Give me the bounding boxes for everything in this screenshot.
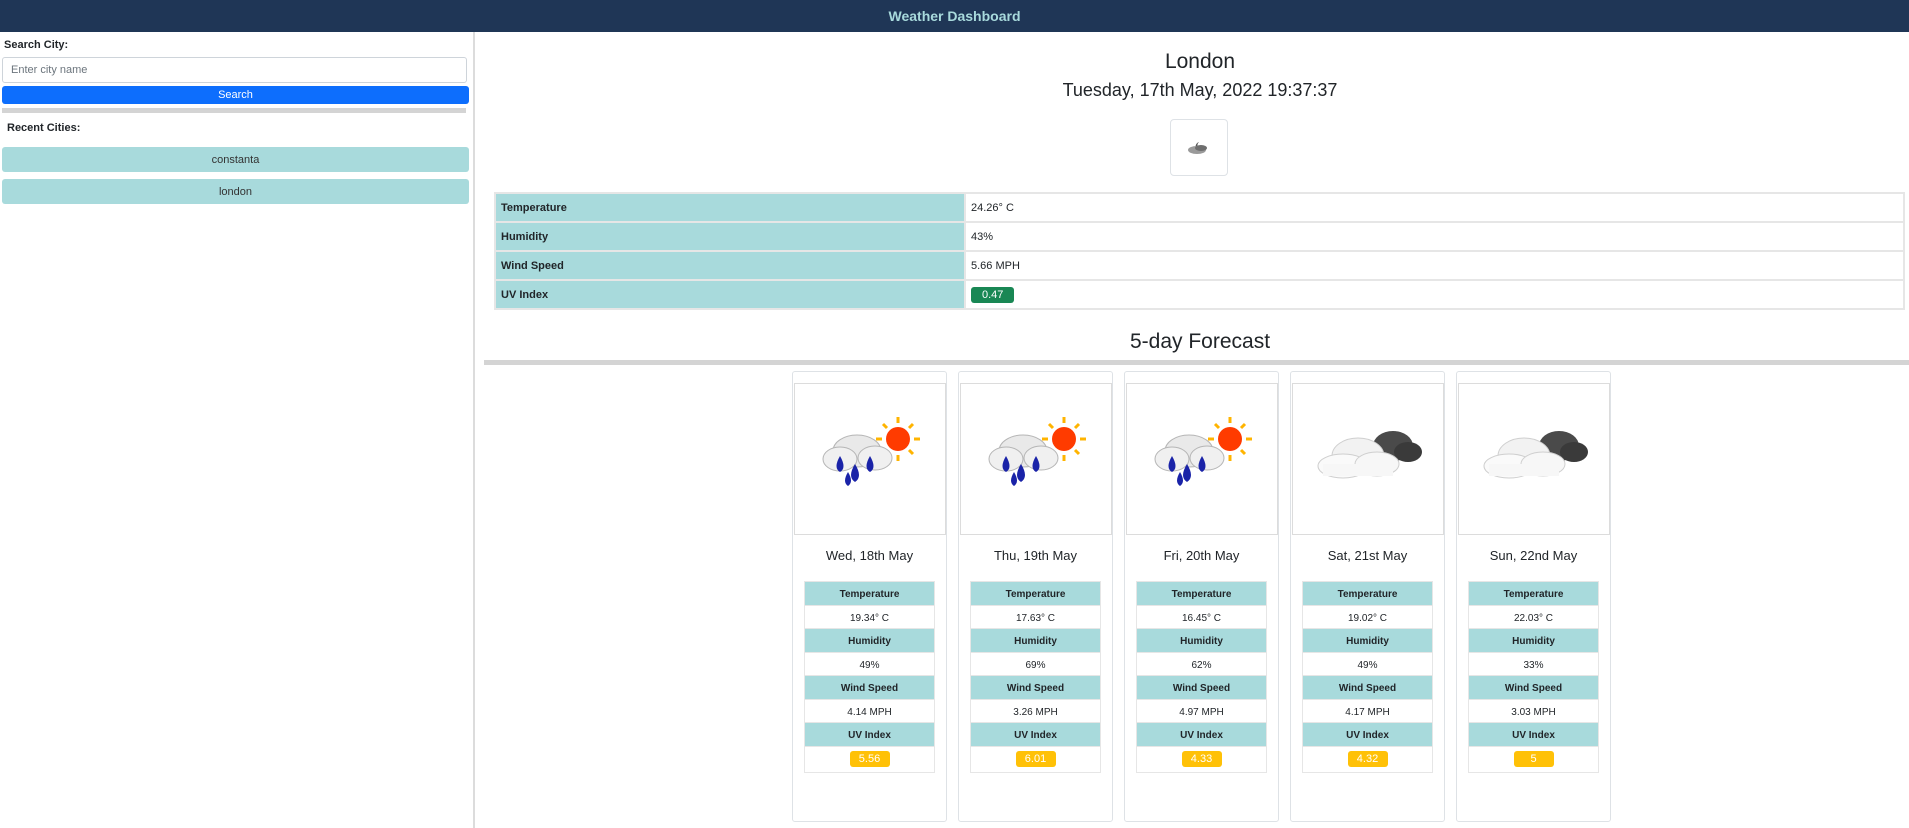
table-row: Humidity 43%	[494, 221, 1905, 252]
forecast-icon-box	[1458, 383, 1610, 535]
humidity-label: Humidity	[494, 221, 966, 252]
search-label: Search City:	[4, 39, 69, 51]
forecast-card: Fri, 20th May Temperature 16.45° C Humidity…	[1124, 371, 1279, 822]
temperature-label: Temperature	[494, 192, 966, 223]
forecast-icon-box	[1292, 383, 1444, 535]
forecast-icon-box	[960, 383, 1112, 535]
table-row: UV Index 0.47	[494, 279, 1905, 310]
broken-clouds-icon	[1483, 431, 1588, 479]
city-name: London	[1164, 50, 1236, 73]
wind-speed-label: Wind Speed	[494, 250, 966, 281]
forecast-date: Fri, 20th May	[1163, 548, 1240, 563]
wind-speed-value: 5.66 MPH	[964, 250, 1905, 281]
forecast-date: Sun, 22nd May	[1489, 548, 1578, 563]
humidity-value: 43%	[964, 221, 1905, 252]
uv-index-value: 4.32	[1302, 745, 1433, 773]
forecast-card: Thu, 19th May Temperature 17.63° C Humidity…	[958, 371, 1113, 822]
uv-index-badge: 6.01	[1015, 751, 1056, 767]
rain-sun-icon	[1154, 417, 1252, 486]
forecast-card: Sun, 22nd May Temperature 22.03° C Humidity…	[1456, 371, 1611, 822]
uv-index-value: 5	[1468, 745, 1599, 773]
search-button[interactable]: Search	[2, 86, 469, 104]
forecast-cards: Wed, 18th May Temperature 19.34° C Humidity…	[792, 371, 1612, 823]
uv-index-label: UV Index	[494, 279, 966, 310]
sidebar: Search City: Search Recent Cities: const…	[0, 32, 475, 828]
uv-index-badge: 5.56	[849, 751, 890, 767]
recent-cities-label: Recent Cities:	[7, 122, 81, 134]
table-row: Temperature 24.26° C	[494, 192, 1905, 223]
forecast-date: Wed, 18th May	[825, 548, 914, 563]
current-weather-icon-box	[1170, 119, 1228, 176]
rain-sun-icon	[988, 417, 1086, 486]
rain-sun-icon	[822, 417, 920, 486]
main-content: London Tuesday, 17th May, 2022 19:37:37 …	[477, 32, 1909, 828]
recent-city-button[interactable]: london	[2, 179, 469, 204]
forecast-date: Thu, 19th May	[993, 548, 1078, 563]
current-conditions-table: Temperature 24.26° C Humidity 43% Wind S…	[494, 192, 1905, 310]
sidebar-divider	[2, 108, 466, 113]
partly-cloudy-night-icon	[1188, 142, 1207, 154]
forecast-date: Sat, 21st May	[1327, 548, 1408, 563]
app-header: Weather Dashboard	[0, 0, 1909, 32]
current-datetime: Tuesday, 17th May, 2022 19:37:37	[1062, 80, 1338, 100]
uv-index-badge: 5	[1513, 751, 1554, 767]
app-title: Weather Dashboard	[888, 8, 1021, 24]
recent-cities-list: constanta london	[2, 147, 469, 211]
forecast-icon-box	[1126, 383, 1278, 535]
search-input[interactable]	[2, 57, 467, 83]
forecast-card: Wed, 18th May Temperature 19.34° C Humidity…	[792, 371, 947, 822]
uv-index-badge: 4.33	[1181, 751, 1222, 767]
forecast-divider	[484, 360, 1909, 365]
forecast-card: Sat, 21st May Temperature 19.02° C Humidity…	[1290, 371, 1445, 822]
uv-index-value: 5.56	[804, 745, 935, 773]
temperature-value: 24.26° C	[964, 192, 1905, 223]
uv-index-cell: 0.47	[964, 279, 1905, 310]
forecast-title: 5-day Forecast	[1129, 330, 1271, 353]
uv-index-value: 6.01	[970, 745, 1101, 773]
table-row: Wind Speed 5.66 MPH	[494, 250, 1905, 281]
uv-index-badge: 0.47	[971, 286, 1015, 303]
broken-clouds-icon	[1317, 431, 1422, 479]
forecast-icon-box	[794, 383, 946, 535]
uv-index-badge: 4.32	[1347, 751, 1388, 767]
uv-index-value: 4.33	[1136, 745, 1267, 773]
recent-city-button[interactable]: constanta	[2, 147, 469, 172]
